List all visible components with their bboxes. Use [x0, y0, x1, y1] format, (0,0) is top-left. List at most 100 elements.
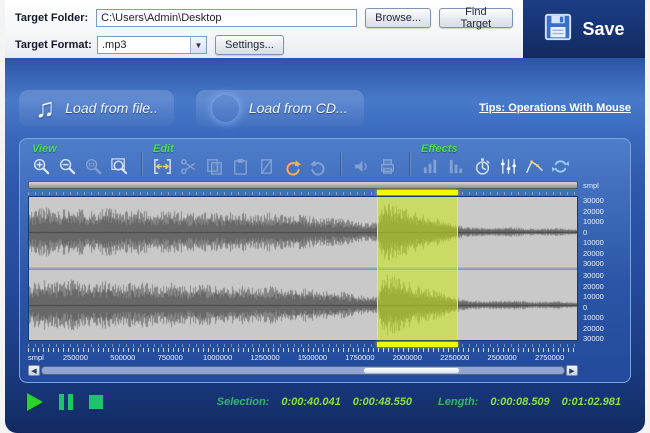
settings-button[interactable]: Settings...	[215, 35, 284, 55]
cut-icon	[177, 156, 200, 176]
envelope-icon[interactable]	[523, 156, 546, 176]
load-row: ♫ Load from file.. Load from CD... Tips:…	[19, 84, 631, 132]
selection-end-time: 0:00:48.550	[353, 396, 412, 408]
amp-label: 30000	[583, 335, 622, 342]
amp-label: 20000	[583, 325, 622, 332]
select-range-icon[interactable]	[151, 156, 174, 176]
tips-link[interactable]: Tips: Operations With Mouse	[479, 102, 631, 114]
save-button[interactable]: Save	[523, 0, 645, 58]
play-button[interactable]	[27, 392, 43, 412]
zoom-in-icon[interactable]	[30, 156, 53, 176]
amplitude-unit-label: smpl	[583, 181, 622, 191]
time-label: 2750000	[535, 353, 564, 362]
save-icon	[543, 12, 573, 47]
pause-button[interactable]	[59, 392, 73, 412]
editor-panel: View	[19, 138, 631, 383]
speaker-icon	[350, 156, 373, 176]
amplify-icon	[419, 156, 442, 176]
music-note-icon: ♫	[35, 95, 55, 122]
time-label: 2250000	[440, 353, 469, 362]
scroll-right-arrow-icon[interactable]: ▶	[566, 365, 578, 376]
amp-label: 0	[583, 304, 622, 311]
scrollbar-thumb[interactable]	[363, 367, 460, 374]
zoom-out-icon[interactable]	[56, 156, 79, 176]
amp-label: 30000	[583, 272, 622, 279]
selection-marker-top[interactable]	[377, 190, 458, 195]
selection-times: Selection: 0:00:40.041 0:00:48.550	[217, 396, 412, 408]
amp-label: 10000	[583, 239, 622, 246]
selection-label: Selection:	[217, 396, 270, 408]
redo-icon[interactable]	[281, 156, 304, 176]
stop-button[interactable]	[89, 392, 103, 412]
time-unit-label: smpl	[28, 353, 44, 362]
waveform-channels	[28, 196, 578, 341]
amp-label: 20000	[583, 250, 622, 257]
toolbar-group-misc	[350, 143, 399, 176]
toolbar-group-edit: Edit	[151, 143, 330, 176]
load-from-file-label: Load from file..	[65, 100, 158, 116]
amp-label: 30000	[583, 197, 622, 204]
target-format-label: Target Format:	[15, 39, 97, 51]
toolbar-separator	[141, 152, 143, 176]
horizontal-scrollbar: ◀ ▶	[28, 365, 578, 376]
overview-scrollbar[interactable]	[28, 181, 578, 189]
stopwatch-icon[interactable]	[471, 156, 494, 176]
top-bar: Target Folder: Browse... Find Target Tar…	[5, 0, 645, 58]
amp-label: 20000	[583, 208, 622, 215]
amplitude-scale: smpl 3000020000100000100002000030000 300…	[578, 181, 622, 376]
time-label: 2500000	[488, 353, 517, 362]
load-from-file-button[interactable]: ♫ Load from file..	[19, 90, 174, 127]
toolbar: View	[28, 142, 622, 179]
selection-ruler-top	[28, 190, 578, 195]
cd-icon	[212, 95, 239, 122]
load-from-cd-button[interactable]: Load from CD...	[196, 90, 364, 127]
copy-icon	[203, 156, 226, 176]
view-group-label: View	[32, 143, 131, 155]
toolbar-separator	[409, 152, 411, 176]
amp-label: 0	[583, 229, 622, 236]
target-folder-label: Target Folder:	[15, 12, 96, 24]
waveform-channel-left[interactable]	[29, 197, 577, 267]
selection-start-time: 0:00:40.041	[281, 396, 340, 408]
main-content: ♫ Load from file.. Load from CD... Tips:…	[5, 58, 645, 433]
target-settings-bar: Target Folder: Browse... Find Target Tar…	[5, 0, 523, 58]
undo-icon	[307, 156, 330, 176]
equalizer-icon[interactable]	[497, 156, 520, 176]
fade-icon	[445, 156, 468, 176]
browse-button[interactable]: Browse...	[365, 8, 430, 28]
time-label: 500000	[110, 353, 135, 362]
toolbar-group-effects: Effects	[419, 143, 572, 176]
zoom-all-icon[interactable]	[108, 156, 131, 176]
load-from-cd-label: Load from CD...	[249, 100, 348, 116]
time-label: 250000	[63, 353, 88, 362]
loop-icon[interactable]	[549, 156, 572, 176]
chevron-down-icon[interactable]: ▼	[190, 37, 206, 53]
total-length-value: 0:01:02.981	[562, 396, 621, 408]
stop-icon	[89, 395, 103, 409]
waveform-channel-right[interactable]	[29, 270, 577, 340]
selection-ruler-bottom	[28, 342, 578, 347]
ruler-ticks	[28, 348, 578, 352]
selection-marker-bottom[interactable]	[377, 342, 458, 347]
zoom-selection-icon	[82, 156, 105, 176]
time-label: 1000000	[203, 353, 232, 362]
target-folder-input[interactable]	[96, 9, 357, 27]
target-format-select[interactable]: .mp3 ▼	[97, 36, 207, 54]
pause-icon	[59, 394, 73, 410]
amp-label: 30000	[583, 260, 622, 267]
amp-label: 20000	[583, 283, 622, 290]
target-format-value: .mp3	[98, 39, 190, 51]
edit-group-label: Edit	[153, 143, 330, 155]
time-ruler: smpl 25000050000075000010000001250000150…	[28, 348, 578, 363]
play-icon	[27, 393, 43, 411]
scroll-left-arrow-icon[interactable]: ◀	[28, 365, 40, 376]
length-times: Length: 0:00:08.509 0:01:02.981	[438, 396, 621, 408]
app-window: Target Folder: Browse... Find Target Tar…	[0, 0, 650, 433]
toolbar-separator	[340, 152, 342, 176]
find-target-button[interactable]: Find Target	[439, 8, 513, 28]
toolbar-group-view: View	[30, 143, 131, 176]
time-label: 750000	[158, 353, 183, 362]
trim-icon	[255, 156, 278, 176]
scrollbar-track[interactable]	[41, 366, 565, 375]
selection-length-value: 0:00:08.509	[490, 396, 549, 408]
